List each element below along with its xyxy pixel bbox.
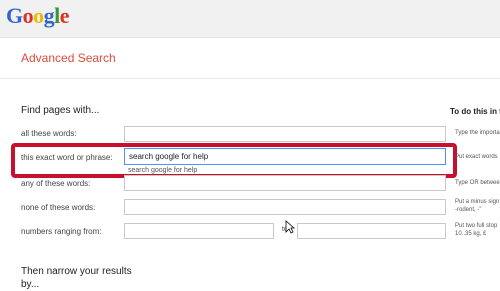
logo-letter-g1: G [6,3,23,28]
hint-numbers-2: 10..35 kg, £ [455,231,487,237]
section-title-narrow: Then narrow your results by... [21,265,132,291]
all-words-input[interactable] [124,126,446,142]
logo-letter-o2: o [33,3,44,28]
hint-numbers-1: Put two full stop [455,223,498,229]
google-logo[interactable]: Google [6,3,70,29]
hint-all-words: Type the importa [455,130,500,136]
narrow-title-line1: Then narrow your results [21,266,132,277]
hint-any-words: Type OR betwee [455,180,500,186]
narrow-title-line2: by... [21,279,40,290]
logo-letter-g2: g [43,3,55,28]
label-none-words: none of these words: [21,203,96,212]
numbers-to-input[interactable] [297,223,446,239]
section-title-find-pages: Find pages with... [21,105,100,116]
hint-none-words-2: -rodent, -" [455,207,482,213]
logo-letter-o1: o [22,3,34,28]
label-exact-phrase: this exact word or phrase: [21,153,113,162]
none-words-input[interactable] [124,199,446,215]
hint-exact-phrase: Put exact words [455,154,498,160]
help-column-header: To do this in th [450,107,500,116]
logo-letter-e: e [59,3,70,28]
any-words-input[interactable] [124,175,446,191]
label-numbers-range: numbers ranging from: [21,227,102,236]
numbers-from-input[interactable] [124,223,274,239]
exact-phrase-input[interactable]: search google for help [124,148,446,165]
label-any-words: any of these words: [21,179,91,188]
label-all-words: all these words: [21,129,77,138]
mouse-cursor-icon [285,220,295,234]
divider [0,78,500,79]
page-title: Advanced Search [21,51,116,65]
top-bar: Google [0,0,500,38]
hint-none-words-1: Put a minus sign [455,199,500,205]
